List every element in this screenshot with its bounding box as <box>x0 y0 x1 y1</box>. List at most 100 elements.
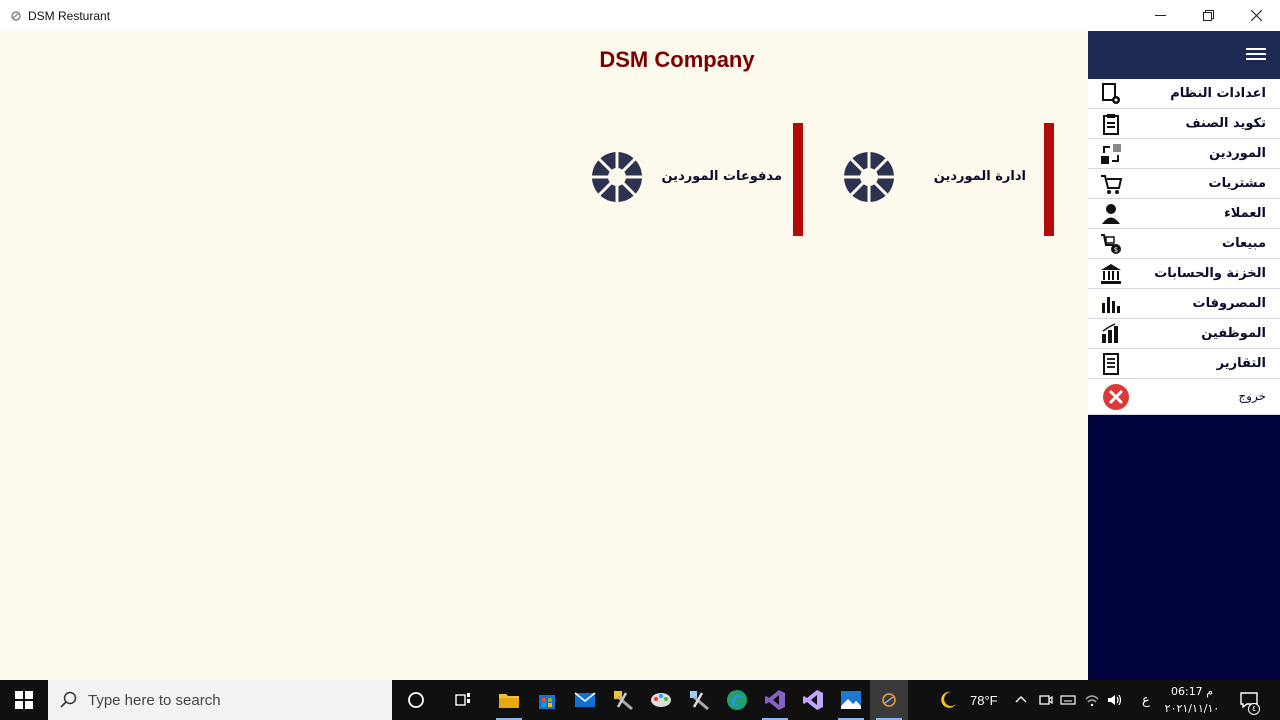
sidebar-item-label: الخزنة والحسابات <box>1154 266 1266 281</box>
search-icon <box>60 691 77 708</box>
store-bag-icon <box>539 695 555 709</box>
sidebar-item-label: مبيعات <box>1222 236 1266 251</box>
sidebar-header <box>1088 31 1280 79</box>
action-center-button[interactable]: ٤ <box>1230 680 1268 720</box>
palette-icon <box>651 693 671 707</box>
photos-button[interactable] <box>832 680 870 720</box>
sidebar: اعدادات النظام تكويد الصنف الموردين مشتر… <box>1088 31 1280 680</box>
system-tray: ع <box>1012 680 1150 720</box>
sidebar-item-customers[interactable]: العملاء <box>1088 199 1280 229</box>
close-icon <box>1250 10 1262 21</box>
sidebar-item-exit[interactable]: خروج <box>1088 379 1280 415</box>
hamburger-menu-icon[interactable] <box>1246 48 1266 62</box>
tile-accent-bar <box>1044 123 1054 236</box>
clock[interactable]: 06:17 م ٢٠٢١/١١/١٠ <box>1162 683 1222 717</box>
tools-icon-2 <box>690 691 709 711</box>
user-icon <box>1102 204 1120 224</box>
sidebar-item-label: الموظفين <box>1201 326 1266 341</box>
window-title: DSM Resturant <box>28 8 111 23</box>
settings-doc-icon <box>1102 83 1120 104</box>
sidebar-item-item-coding[interactable]: تكويد الصنف <box>1088 109 1280 139</box>
clock-time: 06:17 م <box>1170 685 1213 698</box>
volume-icon[interactable] <box>1106 692 1124 708</box>
employees-icon <box>1102 323 1118 343</box>
cortana-icon <box>408 692 424 708</box>
clock-date: ٢٠٢١/١١/١٠ <box>1164 702 1220 715</box>
tile-label: مدفوعات الموردين <box>661 169 782 184</box>
start-button[interactable] <box>0 680 48 720</box>
title-bar: DSM Resturant <box>0 0 1280 31</box>
close-button[interactable] <box>1232 0 1280 31</box>
cortana-button[interactable] <box>397 680 435 720</box>
weather-temp: 78°F <box>970 692 998 708</box>
sidebar-item-suppliers[interactable]: الموردين <box>1088 139 1280 169</box>
restore-icon <box>1202 10 1214 21</box>
mail-button[interactable] <box>566 680 604 720</box>
sidebar-item-label: التقارير <box>1216 356 1266 371</box>
task-view-button[interactable] <box>444 680 482 720</box>
visual-studio-icon <box>765 690 785 710</box>
sidebar-item-sales[interactable]: $ مبيعات <box>1088 229 1280 259</box>
sidebar-item-treasury-accounts[interactable]: الخزنة والحسابات <box>1088 259 1280 289</box>
tile-supplier-management[interactable]: ادارة الموردين <box>840 123 1054 236</box>
sales-cart-icon: $ <box>1101 234 1121 254</box>
keyboard-icon[interactable] <box>1060 692 1076 708</box>
visual-studio-button[interactable] <box>756 680 794 720</box>
sidebar-item-label: خروج <box>1238 389 1266 403</box>
meet-now-icon[interactable] <box>1038 692 1054 708</box>
edge-button[interactable] <box>718 680 756 720</box>
dsm-app-button[interactable] <box>870 680 908 720</box>
sidebar-item-purchases[interactable]: مشتريات <box>1088 169 1280 199</box>
restore-button[interactable] <box>1184 0 1232 31</box>
folder-icon <box>499 694 519 708</box>
sidebar-item-label: اعدادات النظام <box>1170 86 1266 101</box>
taskbar-search-box[interactable]: Type here to search <box>48 680 392 720</box>
search-placeholder: Type here to search <box>88 691 221 709</box>
photos-icon <box>841 691 861 709</box>
notification-badge: ٤ <box>1248 703 1260 715</box>
wheel-icon <box>843 151 895 203</box>
visual-studio-code-icon <box>803 690 823 710</box>
store-button[interactable] <box>528 680 566 720</box>
edge-icon <box>727 690 747 710</box>
weather-widget[interactable]: 78°F <box>938 680 998 720</box>
transfer-icon <box>1101 144 1121 164</box>
moon-icon <box>941 691 956 708</box>
chevron-up-icon[interactable] <box>1014 693 1028 707</box>
minimize-icon <box>1154 15 1166 16</box>
sidebar-item-reports[interactable]: التقارير <box>1088 349 1280 379</box>
sidebar-item-label: الموردين <box>1209 146 1266 161</box>
task-view-icon <box>455 693 470 706</box>
bar-chart-icon <box>1102 297 1120 313</box>
bank-icon <box>1101 264 1121 284</box>
input-language[interactable]: ع <box>1142 693 1150 708</box>
visual-studio-2-button[interactable] <box>794 680 832 720</box>
minimize-button[interactable] <box>1136 0 1184 31</box>
tile-accent-bar <box>793 123 803 236</box>
tile-supplier-payments[interactable]: مدفوعات الموردين <box>588 123 803 236</box>
svg-text:$: $ <box>1114 246 1118 254</box>
mail-icon <box>574 692 596 707</box>
tools-app-2-button[interactable] <box>680 680 718 720</box>
cart-icon <box>1101 175 1122 194</box>
app-icon <box>882 693 896 707</box>
main-content: DSM Company ادارة الموردين مدفوعات المور… <box>0 31 1088 680</box>
app-icon <box>10 10 22 22</box>
company-title: DSM Company <box>599 47 755 72</box>
close-circle-icon <box>1103 384 1129 410</box>
paint-app-button[interactable] <box>642 680 680 720</box>
wheel-icon <box>591 151 643 203</box>
sidebar-item-system-settings[interactable]: اعدادات النظام <box>1088 79 1280 109</box>
tile-label: ادارة الموردين <box>933 169 1026 184</box>
sidebar-item-label: المصروفات <box>1192 296 1267 311</box>
file-explorer-button[interactable] <box>490 680 528 720</box>
clipboard-icon <box>1103 114 1119 135</box>
sidebar-item-label: العملاء <box>1224 206 1266 221</box>
sidebar-item-employees[interactable]: الموظفين <box>1088 319 1280 349</box>
wifi-icon[interactable] <box>1084 692 1100 708</box>
tools-app-button[interactable] <box>604 680 642 720</box>
sidebar-item-expenses[interactable]: المصروفات <box>1088 289 1280 319</box>
sidebar-item-label: تكويد الصنف <box>1185 116 1266 131</box>
windows-logo-icon <box>15 691 33 709</box>
tools-icon <box>614 691 633 711</box>
